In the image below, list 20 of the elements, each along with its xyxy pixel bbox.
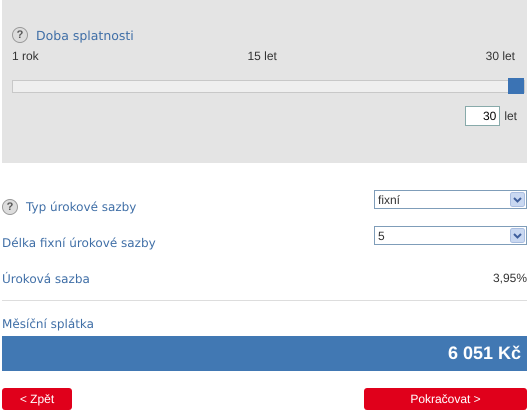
back-button[interactable]: < Zpět	[2, 388, 72, 410]
section-title: Doba splatnosti	[36, 28, 134, 42]
scale-label: 30 let	[486, 49, 515, 63]
continue-button[interactable]: Pokračovat >	[364, 388, 527, 410]
field-label: Úroková sazba	[2, 272, 90, 286]
payment-value: 6 051 Kč	[2, 336, 527, 371]
rate-value: 3,95%	[492, 270, 527, 285]
select-field[interactable]: 5	[374, 226, 527, 245]
slider-thumb[interactable]	[508, 78, 524, 94]
scale-label: 1 rok	[12, 49, 39, 63]
slider-track[interactable]	[12, 80, 525, 93]
field-label: Typ úrokové sazby	[26, 200, 136, 214]
help-icon[interactable]: ?	[2, 199, 18, 215]
field-label: Délka fixní úrokové sazby	[2, 236, 156, 250]
years-input[interactable]: 30	[465, 106, 500, 126]
scale-label: 15 let	[247, 49, 277, 63]
help-icon[interactable]: ?	[12, 27, 28, 43]
select-field[interactable]: fixní	[374, 190, 527, 209]
unit-label: let	[504, 109, 517, 123]
payment-label: Měsíční splátka	[2, 317, 96, 331]
